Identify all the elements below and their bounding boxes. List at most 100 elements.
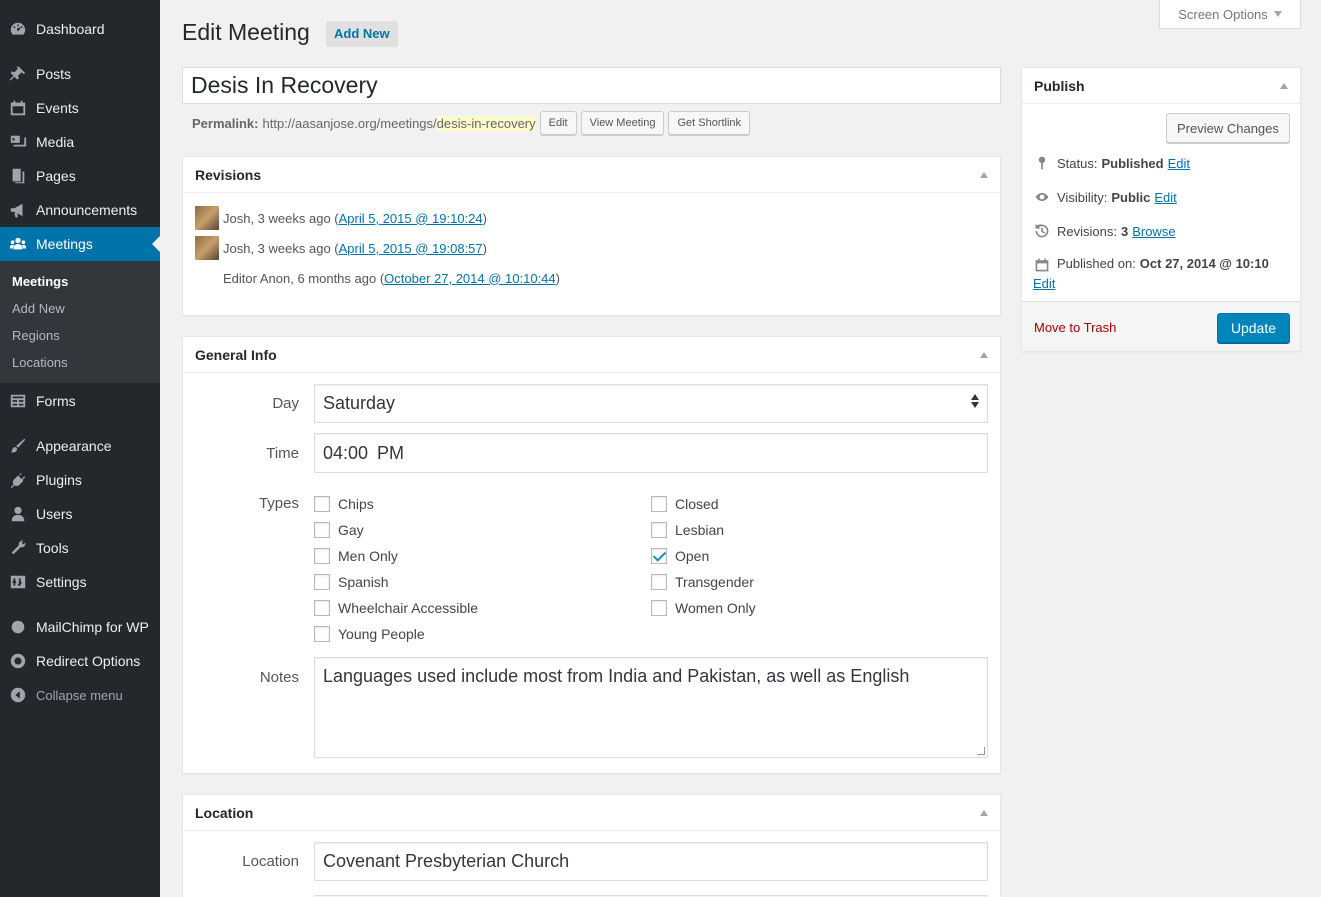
menu-mailchimp[interactable]: MailChimp for WP [0,610,160,644]
type-checkbox-lesbian[interactable]: Lesbian [651,522,724,538]
plugin-icon [8,470,28,490]
revisions-header[interactable]: Revisions [183,157,1000,193]
collapse-toggle-icon[interactable] [1280,82,1288,89]
collapse-icon [8,685,28,705]
edit-status-link[interactable]: Edit [1168,156,1190,171]
menu-media[interactable]: Media [0,125,160,159]
get-shortlink-button[interactable]: Get Shortlink [668,111,751,135]
menu-plugins[interactable]: Plugins [0,463,160,497]
checkbox[interactable] [314,626,330,642]
permalink-slug[interactable]: desis-in-recovery [436,115,536,131]
wrench-icon [8,538,28,558]
collapse-toggle-icon[interactable] [980,351,988,358]
dashboard-icon [8,19,28,39]
avatar [195,236,219,260]
menu-appearance[interactable]: Appearance [0,429,160,463]
menu-users[interactable]: Users [0,497,160,531]
menu-posts[interactable]: Posts [0,57,160,91]
submenu-meetings[interactable]: Meetings [12,274,68,289]
brush-icon [8,436,28,456]
location-value: Covenant Presbyterian Church [323,851,570,871]
menu-pages[interactable]: Pages [0,159,160,193]
checkbox-label: Closed [675,496,719,512]
submenu-locations[interactable]: Locations [12,355,68,370]
pin-icon [1033,154,1051,172]
publish-header[interactable]: Publish [1022,68,1300,104]
preview-changes-button[interactable]: Preview Changes [1166,113,1290,143]
time-input[interactable]: 04:00 PM [314,433,988,473]
menu-dashboard[interactable]: Dashboard [0,12,160,46]
location-input[interactable]: Covenant Presbyterian Church [314,842,988,881]
edit-date-link[interactable]: Edit [1033,276,1293,291]
collapse-toggle-icon[interactable] [980,171,988,178]
checkbox-label: Men Only [338,548,398,564]
type-checkbox-men-only[interactable]: Men Only [314,548,398,564]
menu-forms[interactable]: Forms [0,384,160,418]
checkbox[interactable] [651,600,667,616]
type-checkbox-wheelchair[interactable]: Wheelchair Accessible [314,600,478,616]
checkbox[interactable] [314,574,330,590]
menu-redirect-options[interactable]: Redirect Options [0,644,160,678]
type-checkbox-closed[interactable]: Closed [651,496,719,512]
submenu-add-new[interactable]: Add New [12,301,65,316]
menu-label: Media [36,134,75,150]
edit-permalink-button[interactable]: Edit [539,111,577,135]
edit-visibility-link[interactable]: Edit [1154,190,1176,205]
checkbox[interactable] [651,522,667,538]
checkbox[interactable] [314,496,330,512]
add-new-button[interactable]: Add New [326,21,398,47]
general-info-header[interactable]: General Info [183,337,1000,373]
collapse-toggle-icon[interactable] [980,809,988,816]
publish-actions: Move to Trash Update [1022,301,1300,351]
type-checkbox-young-people[interactable]: Young People [314,626,425,642]
type-checkbox-spanish[interactable]: Spanish [314,574,389,590]
move-to-trash-link[interactable]: Move to Trash [1034,320,1116,335]
checkbox-label: Open [675,548,710,564]
revision-link[interactable]: April 5, 2015 @ 19:10:24 [339,211,483,226]
screen-options-button[interactable]: Screen Options [1159,0,1301,29]
day-select[interactable]: Saturday [314,384,988,423]
post-title-input[interactable] [182,67,1001,104]
submenu-regions[interactable]: Regions [12,328,60,343]
checkbox-checked[interactable] [651,548,667,564]
screen-options-label: Screen Options [1178,6,1268,22]
revision-end: ) [482,210,487,226]
menu-settings[interactable]: Settings [0,565,160,599]
browse-revisions-link[interactable]: Browse [1132,224,1175,239]
menu-label: Forms [36,393,76,409]
publish-title: Publish [1034,77,1085,94]
settings-icon [8,572,28,592]
checkbox[interactable] [651,574,667,590]
notes-textarea[interactable]: Languages used include most from India a… [314,657,988,758]
published-label: Published on: [1057,256,1136,271]
menu-meetings[interactable]: Meetings [0,227,160,261]
view-meeting-button[interactable]: View Meeting [580,111,665,135]
revision-link[interactable]: April 5, 2015 @ 19:08:57 [339,241,483,256]
revision-author: Josh, 3 weeks ago ( [223,240,339,256]
visibility-value: Public [1111,189,1151,205]
general-info-box: General Info Day Saturday Time 04:00 PM … [182,336,1001,774]
megaphone-icon [8,200,28,220]
menu-announcements[interactable]: Announcements [0,193,160,227]
collapse-menu-button[interactable]: Collapse menu [0,678,160,712]
checkbox[interactable] [314,600,330,616]
checkbox[interactable] [314,548,330,564]
type-checkbox-gay[interactable]: Gay [314,522,364,538]
update-button[interactable]: Update [1216,313,1290,343]
revision-link[interactable]: October 27, 2014 @ 10:10:44 [384,271,555,286]
resize-handle-icon[interactable] [977,747,985,755]
location-label: Location [242,853,299,870]
type-checkbox-open[interactable]: Open [651,548,709,564]
admin-sidebar: Dashboard Posts Events Media Pages Annou… [0,0,160,897]
checkbox[interactable] [651,496,667,512]
checkbox-label: Spanish [338,574,389,590]
permalink-label: Permalink: [192,115,259,131]
menu-events[interactable]: Events [0,91,160,125]
menu-tools[interactable]: Tools [0,531,160,565]
checkbox[interactable] [314,522,330,538]
type-checkbox-transgender[interactable]: Transgender [651,574,754,590]
type-checkbox-chips[interactable]: Chips [314,496,374,512]
location-header[interactable]: Location [183,795,1000,831]
type-checkbox-women-only[interactable]: Women Only [651,600,756,616]
menu-label: Posts [36,66,72,82]
